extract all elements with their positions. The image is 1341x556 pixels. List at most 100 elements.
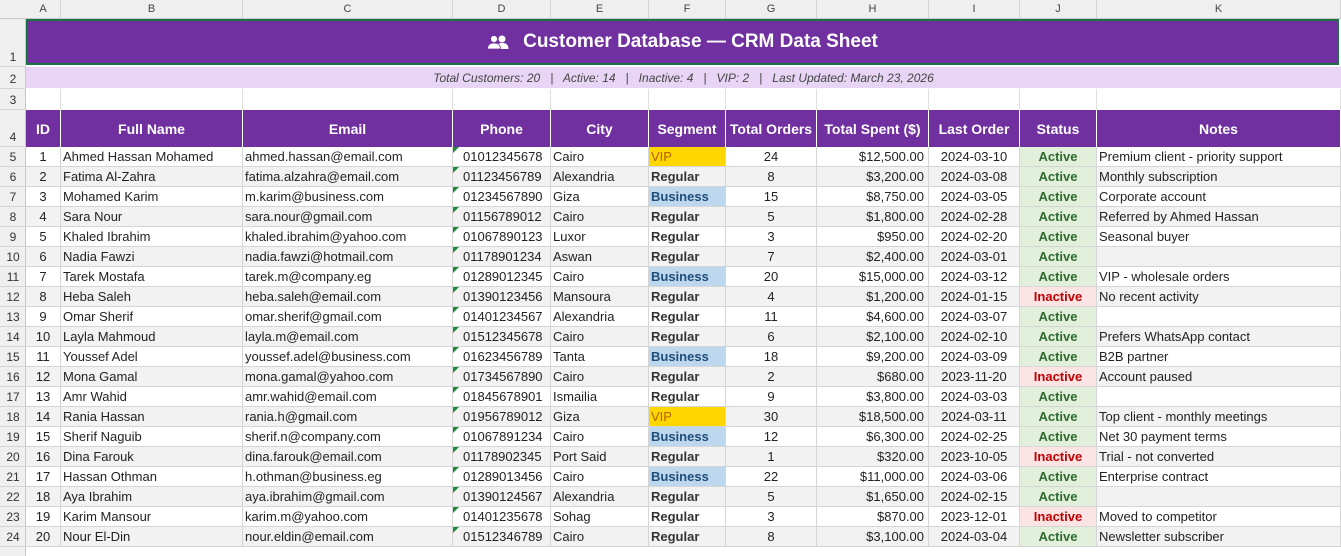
header-cell[interactable]: Phone — [453, 110, 551, 147]
name-cell[interactable]: Fatima Al-Zahra — [61, 167, 243, 187]
name-cell[interactable]: Tarek Mostafa — [61, 267, 243, 287]
name-cell[interactable]: Dina Farouk — [61, 447, 243, 467]
spent-cell[interactable]: $4,600.00 — [817, 307, 929, 327]
last-order-cell[interactable]: 2024-03-05 — [929, 187, 1020, 207]
id-cell[interactable]: 17 — [26, 467, 61, 487]
status-cell[interactable]: Inactive — [1020, 367, 1097, 387]
header-cell[interactable]: Total Orders — [726, 110, 817, 147]
notes-cell[interactable]: Newsletter subscriber — [1097, 527, 1341, 547]
orders-cell[interactable]: 22 — [726, 467, 817, 487]
row-header-12[interactable]: 12 — [0, 287, 26, 307]
spent-cell[interactable]: $1,650.00 — [817, 487, 929, 507]
id-cell[interactable]: 3 — [26, 187, 61, 207]
email-cell[interactable]: nour.eldin@email.com — [243, 527, 453, 547]
segment-cell[interactable]: Regular — [649, 327, 726, 347]
last-order-cell[interactable]: 2024-03-04 — [929, 527, 1020, 547]
segment-cell[interactable]: Regular — [649, 307, 726, 327]
orders-cell[interactable]: 20 — [726, 267, 817, 287]
phone-cell[interactable]: 01956789012 — [453, 407, 551, 427]
phone-cell[interactable]: 01401234567 — [453, 307, 551, 327]
name-cell[interactable]: Khaled Ibrahim — [61, 227, 243, 247]
notes-cell[interactable]: Trial - not converted — [1097, 447, 1341, 467]
phone-cell[interactable]: 01401235678 — [453, 507, 551, 527]
segment-cell[interactable]: Regular — [649, 487, 726, 507]
spent-cell[interactable]: $12,500.00 — [817, 147, 929, 167]
row-header-7[interactable]: 7 — [0, 187, 26, 207]
last-order-cell[interactable]: 2023-11-20 — [929, 367, 1020, 387]
row-header-4[interactable]: 4 — [0, 110, 26, 147]
phone-cell[interactable]: 01012345678 — [453, 147, 551, 167]
email-cell[interactable]: fatima.alzahra@email.com — [243, 167, 453, 187]
id-cell[interactable]: 8 — [26, 287, 61, 307]
email-cell[interactable]: karim.m@yahoo.com — [243, 507, 453, 527]
email-cell[interactable]: sherif.n@company.com — [243, 427, 453, 447]
status-cell[interactable]: Active — [1020, 347, 1097, 367]
phone-cell[interactable]: 01623456789 — [453, 347, 551, 367]
email-cell[interactable]: tarek.m@company.eg — [243, 267, 453, 287]
row-header-15[interactable]: 15 — [0, 347, 26, 367]
email-cell[interactable]: mona.gamal@yahoo.com — [243, 367, 453, 387]
id-cell[interactable]: 19 — [26, 507, 61, 527]
notes-cell[interactable]: Seasonal buyer — [1097, 227, 1341, 247]
orders-cell[interactable]: 3 — [726, 507, 817, 527]
header-cell[interactable]: City — [551, 110, 649, 147]
spent-cell[interactable]: $950.00 — [817, 227, 929, 247]
last-order-cell[interactable]: 2024-03-03 — [929, 387, 1020, 407]
email-cell[interactable]: layla.m@email.com — [243, 327, 453, 347]
spent-cell[interactable]: $3,200.00 — [817, 167, 929, 187]
phone-cell[interactable]: 01734567890 — [453, 367, 551, 387]
summary-cell[interactable]: Total Customers: 20 | Active: 14 | Inact… — [26, 67, 1341, 88]
status-cell[interactable]: Active — [1020, 167, 1097, 187]
last-order-cell[interactable]: 2024-02-10 — [929, 327, 1020, 347]
segment-cell[interactable]: Business — [649, 187, 726, 207]
row-header-13[interactable]: 13 — [0, 307, 26, 327]
city-cell[interactable]: Alexandria — [551, 307, 649, 327]
notes-cell[interactable]: Account paused — [1097, 367, 1341, 387]
notes-cell[interactable]: Prefers WhatsApp contact — [1097, 327, 1341, 347]
orders-cell[interactable]: 2 — [726, 367, 817, 387]
orders-cell[interactable]: 6 — [726, 327, 817, 347]
spent-cell[interactable]: $18,500.00 — [817, 407, 929, 427]
header-cell[interactable]: Full Name — [61, 110, 243, 147]
notes-cell[interactable]: Premium client - priority support — [1097, 147, 1341, 167]
id-cell[interactable]: 16 — [26, 447, 61, 467]
segment-cell[interactable]: VIP — [649, 147, 726, 167]
orders-cell[interactable]: 5 — [726, 487, 817, 507]
notes-cell[interactable]: Moved to competitor — [1097, 507, 1341, 527]
last-order-cell[interactable]: 2024-03-01 — [929, 247, 1020, 267]
email-cell[interactable]: omar.sherif@gmail.com — [243, 307, 453, 327]
status-cell[interactable]: Active — [1020, 467, 1097, 487]
name-cell[interactable]: Aya Ibrahim — [61, 487, 243, 507]
city-cell[interactable]: Mansoura — [551, 287, 649, 307]
last-order-cell[interactable]: 2024-01-15 — [929, 287, 1020, 307]
header-cell[interactable]: Segment — [649, 110, 726, 147]
spent-cell[interactable]: $320.00 — [817, 447, 929, 467]
last-order-cell[interactable]: 2024-03-07 — [929, 307, 1020, 327]
notes-cell[interactable] — [1097, 247, 1341, 267]
row-header-22[interactable]: 22 — [0, 487, 26, 507]
row-header-16[interactable]: 16 — [0, 367, 26, 387]
notes-cell[interactable]: B2B partner — [1097, 347, 1341, 367]
id-cell[interactable]: 15 — [26, 427, 61, 447]
header-cell[interactable]: Notes — [1097, 110, 1341, 147]
city-cell[interactable]: Cairo — [551, 207, 649, 227]
id-cell[interactable]: 2 — [26, 167, 61, 187]
notes-cell[interactable]: Top client - monthly meetings — [1097, 407, 1341, 427]
last-order-cell[interactable]: 2023-10-05 — [929, 447, 1020, 467]
name-cell[interactable]: Mona Gamal — [61, 367, 243, 387]
segment-cell[interactable]: Business — [649, 467, 726, 487]
segment-cell[interactable]: Regular — [649, 447, 726, 467]
email-cell[interactable]: ahmed.hassan@email.com — [243, 147, 453, 167]
last-order-cell[interactable]: 2024-02-15 — [929, 487, 1020, 507]
city-cell[interactable]: Tanta — [551, 347, 649, 367]
notes-cell[interactable]: Monthly subscription — [1097, 167, 1341, 187]
segment-cell[interactable]: Regular — [649, 287, 726, 307]
status-cell[interactable]: Inactive — [1020, 507, 1097, 527]
status-cell[interactable]: Active — [1020, 207, 1097, 227]
id-cell[interactable]: 1 — [26, 147, 61, 167]
row-header-2[interactable]: 2 — [0, 67, 26, 89]
orders-cell[interactable]: 12 — [726, 427, 817, 447]
phone-cell[interactable]: 01512346789 — [453, 527, 551, 547]
last-order-cell[interactable]: 2024-03-06 — [929, 467, 1020, 487]
id-cell[interactable]: 4 — [26, 207, 61, 227]
